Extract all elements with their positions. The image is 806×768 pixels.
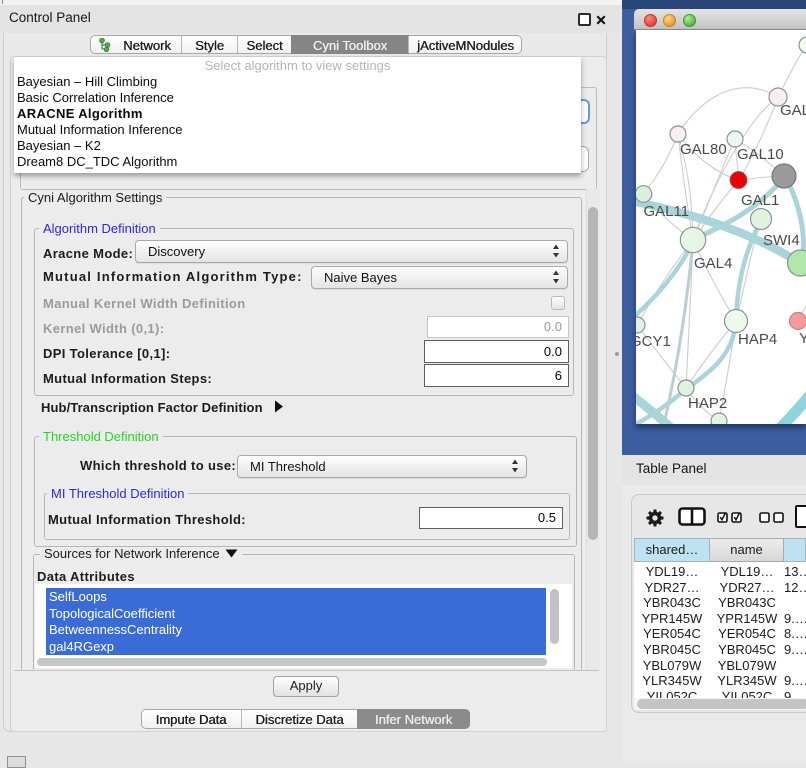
svg-text:GCY1: GCY1 [636,333,671,350]
svg-text:HAP2: HAP2 [688,395,727,412]
svg-text:GAL7: GAL7 [780,102,806,119]
svg-text:GAL10: GAL10 [737,146,784,163]
svg-text:Y: Y [799,330,806,347]
svg-text:SWI4: SWI4 [763,232,800,249]
svg-text:GAL80: GAL80 [680,141,727,158]
svg-text:HAP4: HAP4 [738,331,777,348]
svg-text:GAL1: GAL1 [741,192,779,209]
svg-text:GAL11: GAL11 [644,203,690,220]
svg-text:GAL4: GAL4 [694,255,732,272]
